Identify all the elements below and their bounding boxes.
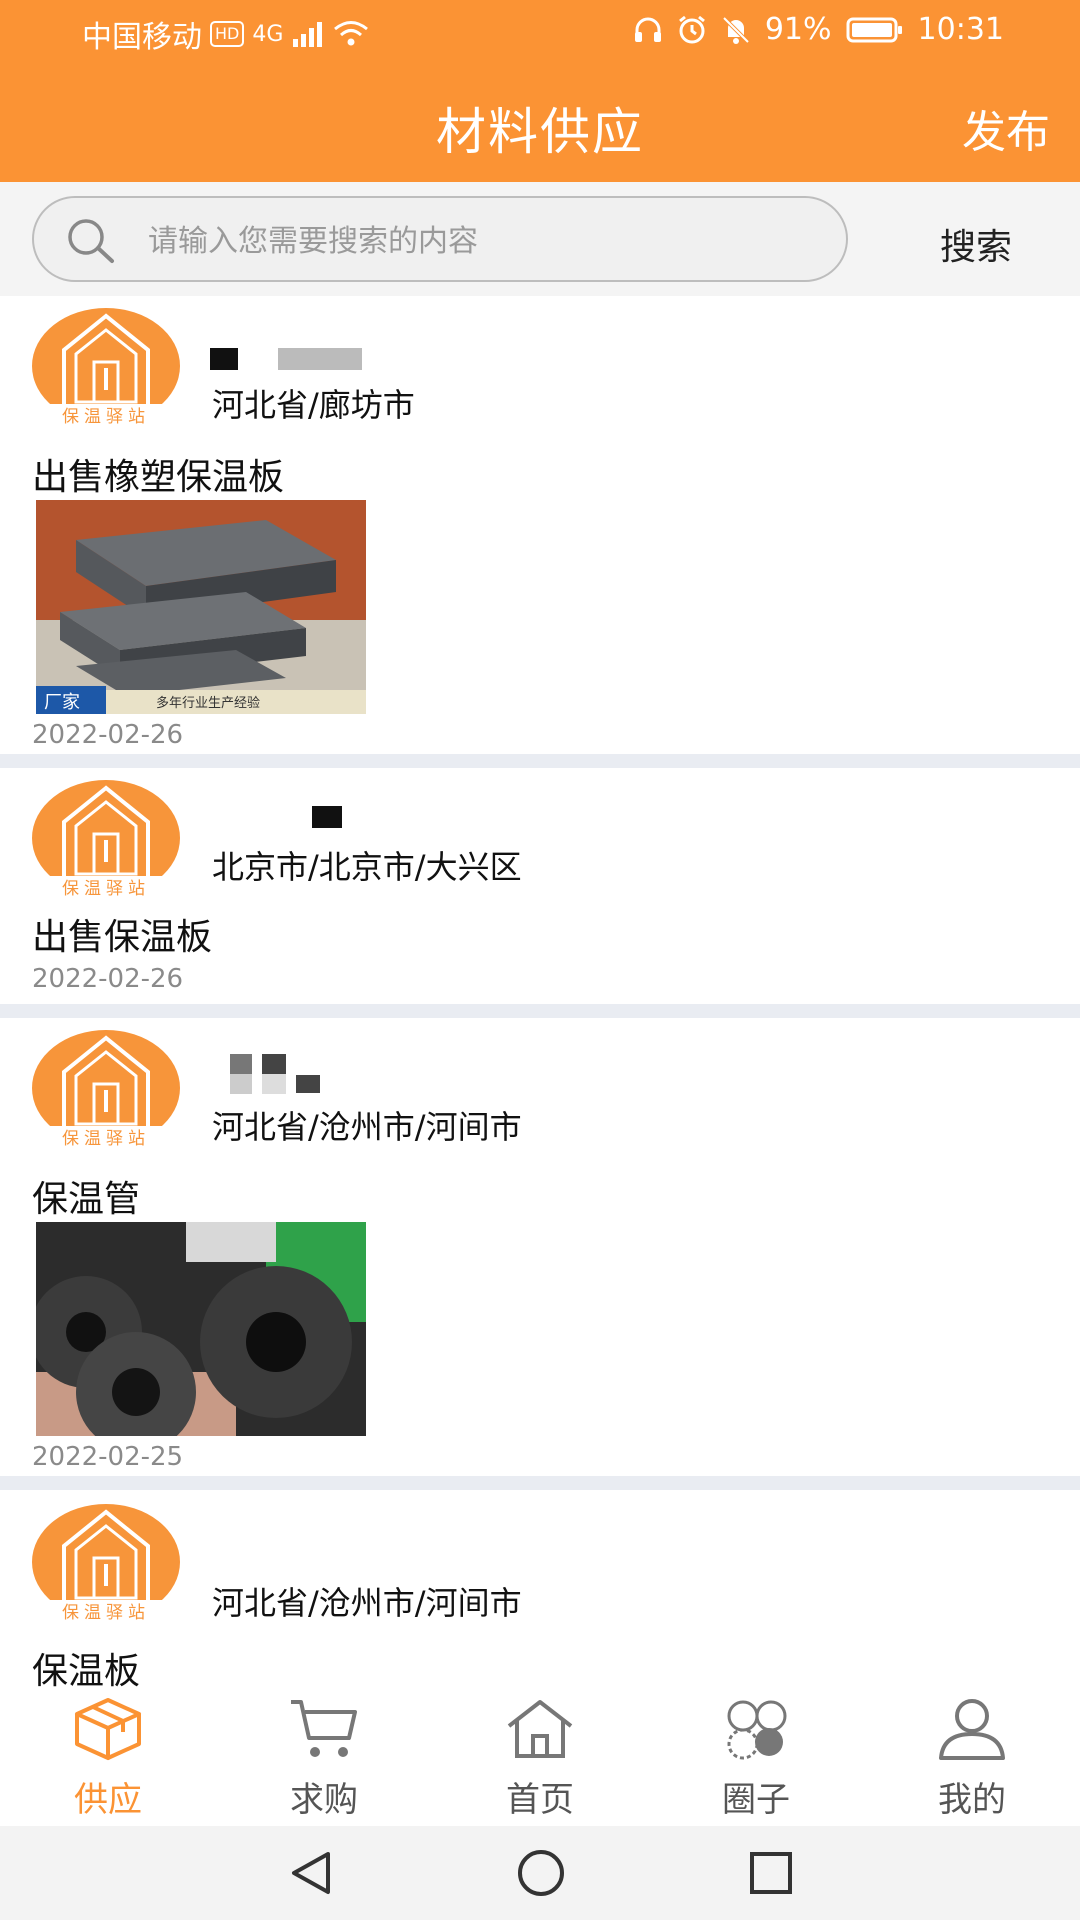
search-icon (68, 219, 114, 263)
username-redacted (312, 806, 342, 828)
avatar-logo: 保温驿站 (30, 780, 182, 898)
tab-label: 圈子 (722, 1780, 790, 1820)
tab-label: 首页 (506, 1780, 574, 1820)
recents-icon[interactable] (748, 1850, 794, 1896)
listing-date: 2022-02-25 (32, 1442, 184, 1472)
listing-title[interactable]: 出售保温板 (32, 908, 212, 960)
listing-title[interactable]: 保温管 (32, 1170, 140, 1222)
carrier-name: 中国移动 (82, 20, 202, 55)
battery-icon (846, 17, 902, 42)
search-box[interactable] (32, 196, 848, 282)
search-button[interactable]: 搜索 (940, 218, 1012, 270)
listing-location: 北京市/北京市/大兴区 (212, 848, 522, 886)
carrier-info: 中国移动 HD 4G (82, 12, 369, 56)
network-type: 4G (252, 21, 284, 47)
tab-home[interactable]: 首页 (432, 1690, 648, 1826)
avatar-logo: 保温驿站 (30, 1030, 182, 1148)
tab-purchase[interactable]: 求购 (216, 1690, 432, 1826)
box-icon (75, 1698, 141, 1760)
avatar-logo-text: 保温驿站 (62, 1129, 150, 1148)
avatar-logo-text: 保温驿站 (62, 1603, 150, 1622)
clock: 10:31 (917, 12, 1004, 47)
publish-button[interactable]: 发布 (962, 96, 1050, 160)
listing-date: 2022-02-26 (32, 964, 184, 994)
listing-card[interactable]: 保温驿站 河北省/沧州市/河间市 保温管 2022-02-25 (0, 1018, 1080, 1490)
alarm-icon (678, 15, 705, 43)
listing-photo[interactable] (36, 1222, 366, 1436)
hd-badge: HD (210, 21, 245, 47)
tab-circles[interactable]: 圈子 (648, 1690, 864, 1826)
signal-icon (293, 22, 323, 47)
listing-photo[interactable]: 厂家 多年行业生产经验 (36, 500, 366, 714)
username-redacted (210, 348, 362, 370)
listing-location: 河北省/沧州市/河间市 (212, 1108, 522, 1146)
battery-percent: 91% (764, 12, 832, 47)
listing-location: 河北省/沧州市/河间市 (212, 1584, 522, 1622)
search-row: 搜索 (0, 182, 1080, 296)
tab-supply[interactable]: 供应 (0, 1690, 216, 1826)
cart-icon (291, 1700, 357, 1757)
photo-caption-right: 多年行业生产经验 (156, 695, 260, 711)
back-icon[interactable] (288, 1850, 336, 1896)
photo-caption-left: 厂家 (44, 692, 80, 713)
avatar-logo: 保温驿站 (30, 308, 182, 426)
search-input[interactable] (148, 218, 828, 264)
avatar-logo-text: 保温驿站 (62, 407, 150, 426)
wifi-icon (334, 21, 369, 46)
username-redacted (230, 1054, 320, 1094)
tab-label: 求购 (290, 1780, 358, 1820)
circles-icon (727, 1700, 787, 1760)
listing-title[interactable]: 保温板 (32, 1642, 140, 1694)
tab-mine[interactable]: 我的 (864, 1690, 1080, 1826)
listing-location: 河北省/廊坊市 (212, 386, 415, 424)
listing-card[interactable]: 保温驿站 北京市/北京市/大兴区 出售保温板 2022-02-26 (0, 768, 1080, 1018)
page-title: 材料供应 (436, 103, 644, 161)
mute-bell-icon (722, 16, 750, 44)
avatar-logo-text: 保温驿站 (62, 879, 150, 898)
person-icon (939, 1699, 1005, 1760)
listing-date: 2022-02-26 (32, 720, 184, 750)
status-right: 91% 10:31 (633, 12, 1004, 47)
home-circle-icon[interactable] (516, 1848, 566, 1898)
header-bar: 中国移动 HD 4G 91% 10:31 材料供应 发布 (0, 0, 1080, 182)
bottom-tab-bar: 供应 求购 首页 圈子 我的 (0, 1690, 1080, 1826)
listing-feed[interactable]: 保温驿站 河北省/廊坊市 出售橡塑保温板 厂家 多年行业生产经验 2022-02… (0, 296, 1080, 1790)
tab-label: 我的 (938, 1780, 1006, 1820)
home-icon (507, 1700, 573, 1758)
listing-title[interactable]: 出售橡塑保温板 (32, 448, 284, 500)
headphones-icon (634, 17, 661, 42)
listing-card[interactable]: 保温驿站 河北省/廊坊市 出售橡塑保温板 厂家 多年行业生产经验 2022-02… (0, 296, 1080, 768)
tab-label: 供应 (74, 1780, 142, 1820)
avatar-logo: 保温驿站 (30, 1504, 182, 1622)
system-nav-bar (0, 1826, 1080, 1920)
status-bar: 中国移动 HD 4G 91% 10:31 (0, 0, 1080, 60)
